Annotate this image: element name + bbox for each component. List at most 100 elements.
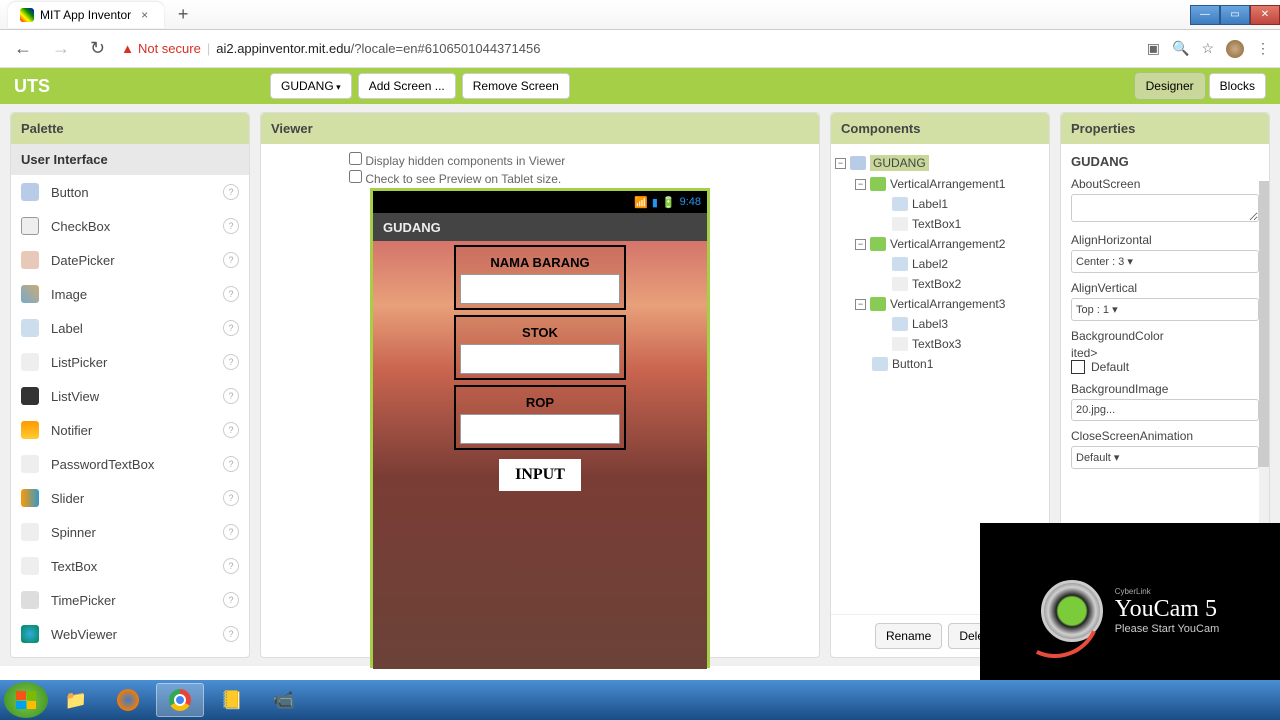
align-horizontal-select[interactable]: Center : 3 ▾ (1071, 250, 1259, 273)
tablet-preview-checkbox[interactable] (349, 170, 362, 183)
tree-item-screen[interactable]: −GUDANG (835, 152, 1045, 174)
display-hidden-checkbox[interactable] (349, 152, 362, 165)
browser-toolbar: ← → ↻ ▲ Not secure | ai2.appinventor.mit… (0, 30, 1280, 68)
translate-icon[interactable]: ▣ (1147, 40, 1160, 57)
address-bar[interactable]: ▲ Not secure | ai2.appinventor.mit.edu/?… (121, 41, 1135, 56)
tree-item-va1[interactable]: −VerticalArrangement1 (835, 174, 1045, 194)
palette-item-image[interactable]: Image? (11, 277, 249, 311)
help-icon[interactable]: ? (223, 626, 239, 642)
menu-icon[interactable]: ⋮ (1256, 40, 1270, 57)
about-screen-input[interactable] (1071, 194, 1259, 222)
help-icon[interactable]: ? (223, 558, 239, 574)
phone-preview[interactable]: 📶 ▮ 🔋 9:48 GUDANG NAMA BARANG STOK (370, 188, 710, 668)
screen-selector[interactable]: GUDANG (270, 73, 352, 99)
tab-close-icon[interactable]: × (137, 8, 152, 22)
button-icon (21, 183, 39, 201)
tree-item-va2[interactable]: −VerticalArrangement2 (835, 234, 1045, 254)
input-button[interactable]: INPUT (499, 459, 581, 491)
palette-item-spinner[interactable]: Spinner? (11, 515, 249, 549)
remove-screen-button[interactable]: Remove Screen (462, 73, 570, 99)
help-icon[interactable]: ? (223, 490, 239, 506)
palette-item-slider[interactable]: Slider? (11, 481, 249, 515)
tree-item-label3[interactable]: Label3 (835, 314, 1045, 334)
phone-statusbar: 📶 ▮ 🔋 9:48 (373, 191, 707, 213)
viewer-header: Viewer (261, 113, 819, 144)
help-icon[interactable]: ? (223, 592, 239, 608)
help-icon[interactable]: ? (223, 524, 239, 540)
textbox-2[interactable] (460, 344, 620, 374)
taskbar-camera[interactable]: 📹 (260, 683, 308, 717)
add-screen-button[interactable]: Add Screen ... (358, 73, 456, 99)
passwordtextbox-icon (21, 455, 39, 473)
palette-item-textbox[interactable]: TextBox? (11, 549, 249, 583)
align-vertical-select[interactable]: Top : 1 ▾ (1071, 298, 1259, 321)
tree-item-textbox2[interactable]: TextBox2 (835, 274, 1045, 294)
taskbar-notes[interactable]: 📒 (208, 683, 256, 717)
taskbar-explorer[interactable]: 📁 (52, 683, 100, 717)
palette-item-checkbox[interactable]: CheckBox? (11, 209, 249, 243)
zoom-icon[interactable]: 🔍 (1172, 40, 1189, 57)
field-group-2[interactable]: STOK (454, 315, 626, 380)
textbox-3[interactable] (460, 414, 620, 444)
help-icon[interactable]: ? (223, 218, 239, 234)
help-icon[interactable]: ? (223, 456, 239, 472)
help-icon[interactable]: ? (223, 252, 239, 268)
help-icon[interactable]: ? (223, 422, 239, 438)
taskbar-firefox[interactable] (104, 683, 152, 717)
background-image-select[interactable]: 20.jpg... (1071, 399, 1259, 421)
components-header: Components (831, 113, 1049, 144)
tree-item-label2[interactable]: Label2 (835, 254, 1045, 274)
profile-icon[interactable] (1226, 40, 1244, 58)
palette-item-label[interactable]: Label? (11, 311, 249, 345)
designer-tab[interactable]: Designer (1135, 73, 1205, 99)
rename-button[interactable]: Rename (875, 623, 942, 649)
help-icon[interactable]: ? (223, 320, 239, 336)
palette-category[interactable]: User Interface (11, 144, 249, 175)
forward-button[interactable]: → (48, 34, 74, 63)
reload-button[interactable]: ↻ (86, 34, 109, 63)
start-button[interactable] (4, 682, 48, 718)
window-maximize-button[interactable]: ▭ (1220, 5, 1250, 25)
back-button[interactable]: ← (10, 34, 36, 63)
palette-item-listpicker[interactable]: ListPicker? (11, 345, 249, 379)
windows-taskbar[interactable]: 📁 📒 📹 (0, 680, 1280, 720)
palette-item-listview[interactable]: ListView? (11, 379, 249, 413)
phone-content[interactable]: NAMA BARANG STOK ROP INPUT (373, 241, 707, 669)
palette-item-button[interactable]: Button? (11, 175, 249, 209)
close-animation-select[interactable]: Default ▾ (1071, 446, 1259, 469)
tree-item-textbox1[interactable]: TextBox1 (835, 214, 1045, 234)
help-icon[interactable]: ? (223, 184, 239, 200)
help-icon[interactable]: ? (223, 354, 239, 370)
listpicker-icon (21, 353, 39, 371)
help-icon[interactable]: ? (223, 286, 239, 302)
tree-item-label1[interactable]: Label1 (835, 194, 1045, 214)
app-header: UTS GUDANG Add Screen ... Remove Screen … (0, 68, 1280, 104)
background-color-select[interactable]: Default (1071, 360, 1259, 374)
browser-tab[interactable]: MIT App Inventor × (8, 2, 164, 28)
palette-item-notifier[interactable]: Notifier? (11, 413, 249, 447)
textbox-1[interactable] (460, 274, 620, 304)
new-tab-button[interactable]: + (172, 4, 194, 26)
tree-item-textbox3[interactable]: TextBox3 (835, 334, 1045, 354)
project-name: UTS (14, 76, 50, 97)
window-close-button[interactable]: ✕ (1250, 5, 1280, 25)
palette-item-passwordtextbox[interactable]: PasswordTextBox? (11, 447, 249, 481)
listview-icon (21, 387, 39, 405)
security-warning: ▲ Not secure (121, 41, 201, 56)
blocks-tab[interactable]: Blocks (1209, 73, 1266, 99)
tree-item-va3[interactable]: −VerticalArrangement3 (835, 294, 1045, 314)
textbox-icon (21, 557, 39, 575)
taskbar-chrome[interactable] (156, 683, 204, 717)
window-minimize-button[interactable]: — (1190, 5, 1220, 25)
help-icon[interactable]: ? (223, 388, 239, 404)
palette-item-datepicker[interactable]: DatePicker? (11, 243, 249, 277)
tree-item-button1[interactable]: Button1 (835, 354, 1045, 374)
field-group-1[interactable]: NAMA BARANG (454, 245, 626, 310)
palette-item-webviewer[interactable]: WebViewer? (11, 617, 249, 651)
bookmark-icon[interactable]: ☆ (1201, 40, 1214, 57)
slider-icon (21, 489, 39, 507)
palette-item-timepicker[interactable]: TimePicker? (11, 583, 249, 617)
phone-time: 9:48 (680, 196, 701, 208)
properties-header: Properties (1061, 113, 1269, 144)
field-group-3[interactable]: ROP (454, 385, 626, 450)
